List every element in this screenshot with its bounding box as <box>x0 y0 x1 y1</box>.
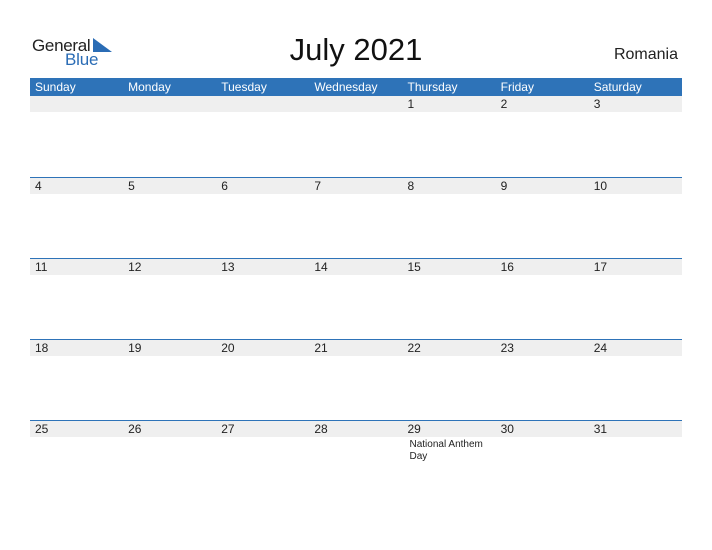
event-label <box>496 112 589 114</box>
day-cell: 16 <box>500 260 514 274</box>
day-cell: 11 <box>35 260 48 274</box>
event-row: National Anthem Day <box>30 437 682 463</box>
event-label <box>123 112 216 114</box>
weekday-wednesday: Wednesday <box>314 80 378 94</box>
event-label <box>309 112 402 114</box>
day-cell: 22 <box>407 341 421 355</box>
calendar-title: July 2021 <box>289 32 423 67</box>
day-cell: 8 <box>407 179 415 193</box>
event-label <box>589 437 682 463</box>
event-label <box>589 356 682 358</box>
event-label <box>496 437 589 463</box>
week-row: 11 12 13 14 15 16 17 <box>30 258 682 277</box>
day-number-row: 18 19 20 21 22 23 24 <box>30 340 682 356</box>
event-label <box>496 356 589 358</box>
event-label <box>30 275 123 277</box>
day-cell: 18 <box>35 341 49 355</box>
day-cell: 20 <box>221 341 235 355</box>
event-label <box>309 356 402 358</box>
country-label: Romania <box>613 46 678 63</box>
day-cell: 14 <box>314 260 328 274</box>
day-cell: 17 <box>593 260 608 274</box>
day-cell: 30 <box>500 422 514 436</box>
day-cell: 12 <box>128 260 142 274</box>
event-label <box>403 112 496 114</box>
event-label: National Anthem Day <box>409 439 483 462</box>
event-label <box>216 275 309 277</box>
day-cell: 1 <box>407 97 415 111</box>
day-cell <box>309 96 402 112</box>
day-cell: 13 <box>221 260 235 274</box>
week-row: 18 19 20 21 22 23 24 <box>30 339 682 358</box>
weekday-saturday: Saturday <box>593 80 642 94</box>
event-label <box>403 356 496 358</box>
day-cell: 27 <box>221 422 235 436</box>
event-row <box>30 112 682 114</box>
event-label <box>589 275 682 277</box>
week-row: 25 26 27 28 29 30 31 National Anthem Day <box>30 420 682 463</box>
event-label <box>123 275 216 277</box>
event-label <box>30 356 123 358</box>
event-label <box>309 437 402 463</box>
event-label <box>403 194 496 196</box>
weekday-tuesday: Tuesday <box>221 80 267 94</box>
day-cell: 15 <box>407 260 421 274</box>
weekday-monday: Monday <box>128 80 171 94</box>
day-cell: 31 <box>593 422 608 436</box>
event-label <box>216 112 309 114</box>
day-cell <box>216 96 309 112</box>
event-label <box>309 275 402 277</box>
day-number-row: 25 26 27 28 29 30 31 <box>30 421 682 437</box>
week-row: 1 2 3 <box>30 96 682 114</box>
day-number-row: 1 2 3 <box>30 96 682 112</box>
event-label <box>30 112 123 114</box>
day-cell: 2 <box>500 97 508 111</box>
event-label <box>123 356 216 358</box>
event-label <box>30 437 123 463</box>
day-cell: 29 <box>407 422 421 436</box>
day-cell: 7 <box>314 179 322 193</box>
event-label <box>403 275 496 277</box>
event-label <box>123 437 216 463</box>
day-cell: 28 <box>314 422 328 436</box>
event-label <box>216 194 309 196</box>
event-label <box>589 194 682 196</box>
event-row <box>30 275 682 277</box>
day-number-row: 11 12 13 14 15 16 17 <box>30 259 682 275</box>
day-cell: 9 <box>500 179 508 193</box>
event-row <box>30 356 682 358</box>
weekday-thursday: Thursday <box>407 80 458 94</box>
day-cell: 6 <box>221 179 228 193</box>
event-label <box>496 194 589 196</box>
day-cell: 21 <box>314 341 328 355</box>
day-cell: 24 <box>593 341 608 355</box>
day-cell <box>30 96 123 112</box>
day-cell: 10 <box>593 179 608 193</box>
day-cell: 4 <box>35 179 42 193</box>
event-label <box>30 194 123 196</box>
week-row: 4 5 6 7 8 9 10 <box>30 177 682 196</box>
event-label <box>216 356 309 358</box>
day-cell: 26 <box>128 422 142 436</box>
weekday-header: Sunday Monday Tuesday Wednesday Thursday… <box>30 78 682 96</box>
weekday-friday: Friday <box>500 80 534 94</box>
weekday-sunday: Sunday <box>35 80 76 94</box>
day-cell: 23 <box>500 341 514 355</box>
event-label <box>589 112 682 114</box>
event-row <box>30 194 682 196</box>
event-label <box>216 437 309 463</box>
day-cell: 25 <box>35 422 49 436</box>
event-label <box>496 275 589 277</box>
day-cell: 19 <box>128 341 142 355</box>
day-cell <box>123 96 216 112</box>
event-label <box>123 194 216 196</box>
day-cell: 5 <box>128 179 135 193</box>
day-cell: 3 <box>593 97 601 111</box>
day-number-row: 4 5 6 7 8 9 10 <box>30 178 682 194</box>
event-label <box>309 194 402 196</box>
